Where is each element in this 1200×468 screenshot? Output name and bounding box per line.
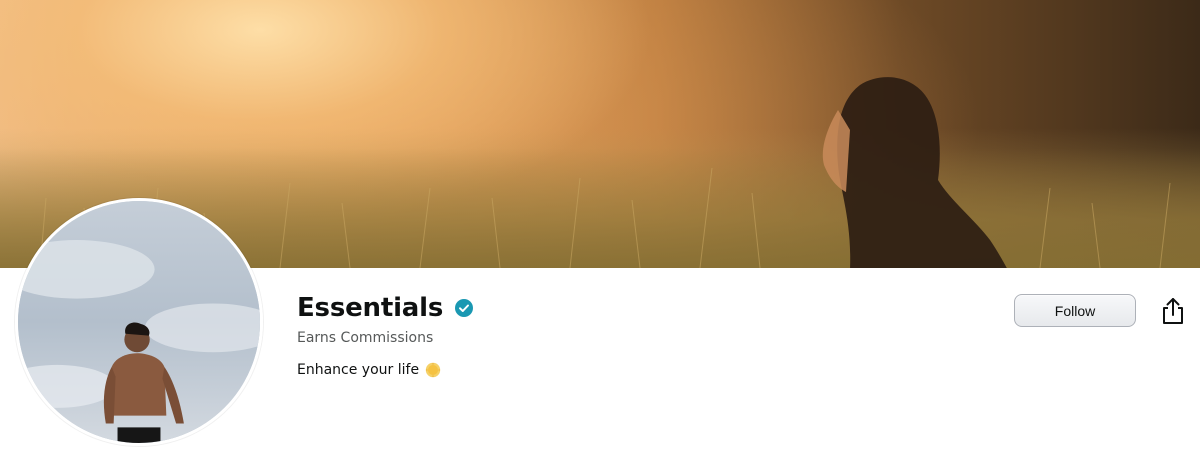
profile-info: Essentials Earns Commissions Enhance you… (297, 290, 474, 378)
profile-bio: Enhance your life (297, 362, 473, 378)
sun-emoji-icon (425, 362, 441, 378)
name-row: Essentials (297, 290, 474, 326)
profile-avatar[interactable] (15, 198, 263, 446)
verified-check-icon (455, 299, 474, 317)
bio-text: Enhance your life (297, 362, 420, 378)
follow-button[interactable]: Follow (1014, 294, 1136, 327)
woman-silhouette (822, 77, 1007, 268)
earns-commissions-label: Earns Commissions (297, 330, 434, 346)
share-icon[interactable] (1160, 297, 1186, 325)
avatar-photo (18, 201, 260, 443)
profile-name: Essentials (297, 293, 444, 323)
